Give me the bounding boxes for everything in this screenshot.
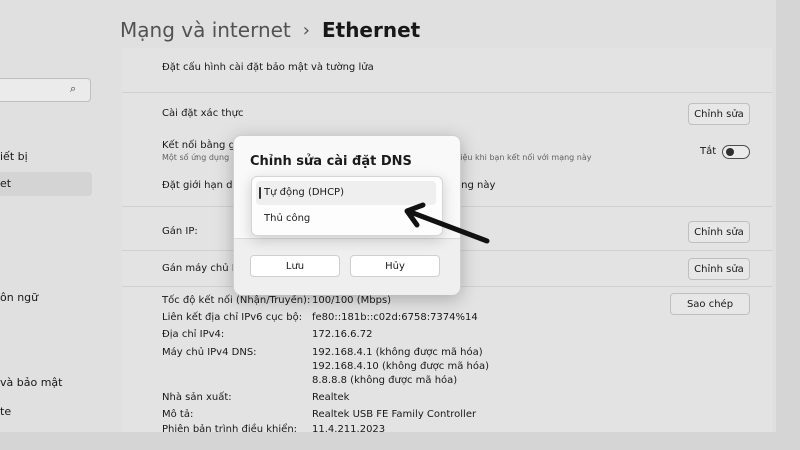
option-label: Tự động (DHCP) — [264, 187, 344, 198]
selected-indicator — [259, 187, 261, 199]
pointer-arrow-icon — [404, 202, 490, 244]
save-button[interactable]: Lưu — [250, 255, 340, 277]
dialog-title: Chỉnh sửa cài đặt DNS — [250, 154, 412, 169]
option-label: Thủ công — [264, 213, 311, 224]
cancel-button[interactable]: Hủy — [350, 255, 440, 277]
